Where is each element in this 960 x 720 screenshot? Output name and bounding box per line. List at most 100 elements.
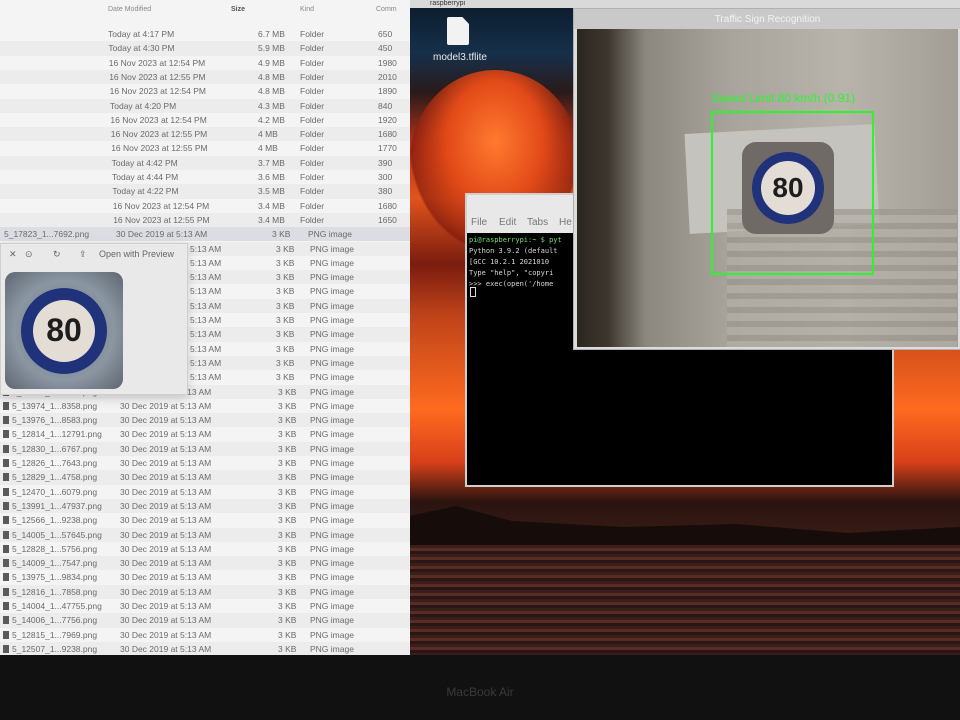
wallpaper-water — [400, 545, 960, 660]
cell-size: 6.7 MB — [258, 29, 285, 39]
cell-name: 5_14004_1...47755.png — [12, 601, 102, 611]
cell-kind: PNG image — [310, 429, 354, 440]
table-row[interactable]: 5_17823_1...7692.png 30 Dec 2019 at 5:13 … — [0, 227, 410, 242]
table-row[interactable]: 5_13975_1...9834.png 30 Dec 2019 at 5:13 … — [0, 570, 410, 584]
camera-feed: 80 Speed Limit 80 km/h (0.91) — [577, 29, 958, 347]
expand-icon[interactable]: ⊙ — [25, 249, 33, 260]
table-row[interactable]: Today at 4:20 PM 4.3 MB Folder 840 — [0, 98, 410, 113]
cell-kind: PNG image — [310, 329, 354, 340]
cell-date: 30 Dec 2019 at 5:13 AM — [120, 415, 212, 426]
cell-name: 5_14005_1...57645.png — [12, 529, 102, 540]
cell-kind: Folder — [300, 157, 325, 168]
quicklook-preview: ✕ ⊙ ↻ ⇪ Open with Preview 80 — [0, 243, 188, 395]
cell-kind: Folder — [300, 43, 325, 54]
open-with-preview-button[interactable]: Open with Preview — [99, 249, 174, 259]
cell-date: 30 Dec 2019 at 5:13 AM — [120, 629, 212, 640]
cell-kind: Folder — [300, 143, 325, 154]
table-row[interactable]: 5_12826_1...7643.png 30 Dec 2019 at 5:13 … — [0, 456, 410, 470]
table-row[interactable]: Today at 4:17 PM 6.7 MB Folder 650 — [0, 27, 410, 41]
cell-name: 5_13991_1...47937.png — [12, 500, 102, 511]
cell-kind: PNG image — [310, 615, 354, 626]
camera-window[interactable]: Traffic Sign Recognition 80 Speed Limit … — [573, 8, 960, 350]
table-row[interactable]: 5_14004_1...47755.png 30 Dec 2019 at 5:13… — [0, 599, 410, 613]
cell-name: 5_12828_1...5756.png — [12, 543, 98, 554]
table-row[interactable]: 5_12470_1...6079.png 30 Dec 2019 at 5:13 … — [0, 485, 410, 499]
table-row[interactable]: 16 Nov 2023 at 12:54 PM 4.2 MB Folder 1920 — [0, 113, 410, 127]
table-row[interactable]: 5_12815_1...7969.png 30 Dec 2019 at 5:13 … — [0, 628, 410, 642]
table-row[interactable]: Today at 4:42 PM 3.7 MB Folder 390 — [0, 155, 410, 170]
menubar-tab[interactable]: raspberrypi — [430, 0, 465, 8]
share-icon[interactable]: ⇪ — [79, 249, 87, 260]
cell-kind: Folder — [300, 100, 325, 111]
camera-window-title: Traffic Sign Recognition — [714, 14, 821, 25]
cell-kind: PNG image — [310, 643, 354, 654]
table-row[interactable]: 5_14005_1...57645.png 30 Dec 2019 at 5:13… — [0, 527, 410, 542]
table-row[interactable]: 5_14006_1...7756.png 30 Dec 2019 at 5:13 … — [0, 613, 410, 628]
table-row[interactable]: Today at 4:44 PM 3.6 MB Folder 300 — [0, 170, 410, 184]
table-row[interactable]: 5_12830_1...6767.png 30 Dec 2019 at 5:13 … — [0, 441, 410, 456]
menu-file[interactable]: File — [471, 217, 487, 228]
cell-kind: Folder — [300, 172, 325, 182]
cell-size: 3 KB — [278, 629, 297, 640]
cell-size: 3.6 MB — [258, 172, 285, 182]
column-header-kind[interactable]: Kind — [300, 6, 314, 13]
table-row[interactable]: 16 Nov 2023 at 12:55 PM 4 MB Folder 1770 — [0, 141, 410, 155]
table-row[interactable]: 16 Nov 2023 at 12:54 PM 4.8 MB Folder 1890 — [0, 84, 410, 98]
cell-name: 5_12507_1...9238.png — [12, 643, 98, 654]
png-file-icon — [3, 516, 9, 525]
cell-size: 4.2 MB — [258, 114, 285, 125]
table-row[interactable]: 5_12828_1...5756.png 30 Dec 2019 at 5:13 … — [0, 542, 410, 556]
cell-date: 16 Nov 2023 at 12:55 PM — [109, 71, 206, 82]
table-row[interactable]: 5_13976_1...8583.png 30 Dec 2019 at 5:13 … — [0, 413, 410, 428]
png-file-icon — [3, 587, 9, 596]
menu-edit[interactable]: Edit — [499, 217, 516, 228]
cell-comments: 1680 — [378, 200, 397, 211]
png-file-icon — [3, 616, 9, 625]
cell-kind: PNG image — [310, 272, 354, 283]
cell-name: 5_13975_1...9834.png — [12, 572, 98, 583]
png-file-icon — [3, 416, 9, 425]
table-row[interactable]: 5_13991_1...47937.png 30 Dec 2019 at 5:13… — [0, 498, 410, 514]
close-icon[interactable]: ✕ — [9, 249, 17, 260]
cell-size: 3 KB — [276, 286, 295, 297]
cell-size: 3 KB — [278, 601, 297, 611]
table-row[interactable]: 16 Nov 2023 at 12:54 PM 4.9 MB Folder 1980 — [0, 56, 410, 70]
cell-date: 30 Dec 2019 at 5:13 AM — [120, 558, 212, 569]
column-header-size[interactable]: Size — [231, 6, 245, 13]
rotate-icon[interactable]: ↻ — [53, 249, 61, 260]
table-row[interactable]: 5_14009_1...7547.png 30 Dec 2019 at 5:13 … — [0, 556, 410, 571]
table-row[interactable]: 16 Nov 2023 at 12:55 PM 4.8 MB Folder 2010 — [0, 69, 410, 85]
cell-size: 3.4 MB — [258, 214, 285, 225]
table-row[interactable]: 5_12816_1...7858.png 30 Dec 2019 at 5:13 … — [0, 584, 410, 599]
table-row[interactable]: 5_12566_1...9238.png 30 Dec 2019 at 5:13 … — [0, 513, 410, 527]
cell-date: 5:13 AM — [190, 357, 222, 368]
cell-kind: PNG image — [310, 601, 354, 611]
column-header-comments[interactable]: Comm — [376, 6, 397, 13]
menu-help[interactable]: He — [559, 217, 572, 228]
menu-tabs[interactable]: Tabs — [527, 217, 548, 228]
table-row[interactable]: 5_13974_1...8358.png 30 Dec 2019 at 5:13 … — [0, 399, 410, 413]
column-header-date[interactable]: Date Modified — [108, 6, 151, 13]
table-row[interactable]: 5_12814_1...12791.png 30 Dec 2019 at 5:13… — [0, 427, 410, 441]
cell-size: 5.9 MB — [258, 43, 285, 54]
cell-date: 30 Dec 2019 at 5:13 AM — [120, 572, 212, 583]
table-row[interactable]: 16 Nov 2023 at 12:55 PM 4 MB Folder 1680 — [0, 127, 410, 142]
cell-name: 5_12814_1...12791.png — [12, 429, 102, 440]
table-row[interactable]: 5_12829_1...4758.png 30 Dec 2019 at 5:13 … — [0, 470, 410, 485]
cell-kind: Folder — [300, 86, 325, 97]
cell-size: 3 KB — [278, 543, 297, 554]
png-file-icon — [3, 573, 9, 582]
cell-kind: PNG image — [310, 443, 354, 454]
desktop-file-label[interactable]: model3.tflite — [420, 52, 500, 63]
file-icon[interactable] — [447, 17, 469, 45]
table-row[interactable]: Today at 4:30 PM 5.9 MB Folder 450 — [0, 41, 410, 56]
preview-toolbar: ✕ ⊙ ↻ ⇪ Open with Preview — [1, 244, 187, 266]
cell-size: 3 KB — [276, 243, 295, 254]
camera-window-titlebar[interactable]: Traffic Sign Recognition — [574, 9, 960, 29]
table-row[interactable]: 16 Nov 2023 at 12:54 PM 3.4 MB Folder 1680 — [0, 199, 410, 213]
table-row[interactable]: Today at 4:22 PM 3.5 MB Folder 380 — [0, 184, 410, 199]
cell-size: 3 KB — [278, 586, 297, 597]
png-file-icon — [3, 630, 9, 639]
cell-kind: PNG image — [310, 286, 354, 297]
table-row[interactable]: 16 Nov 2023 at 12:55 PM 3.4 MB Folder 1650 — [0, 212, 410, 228]
